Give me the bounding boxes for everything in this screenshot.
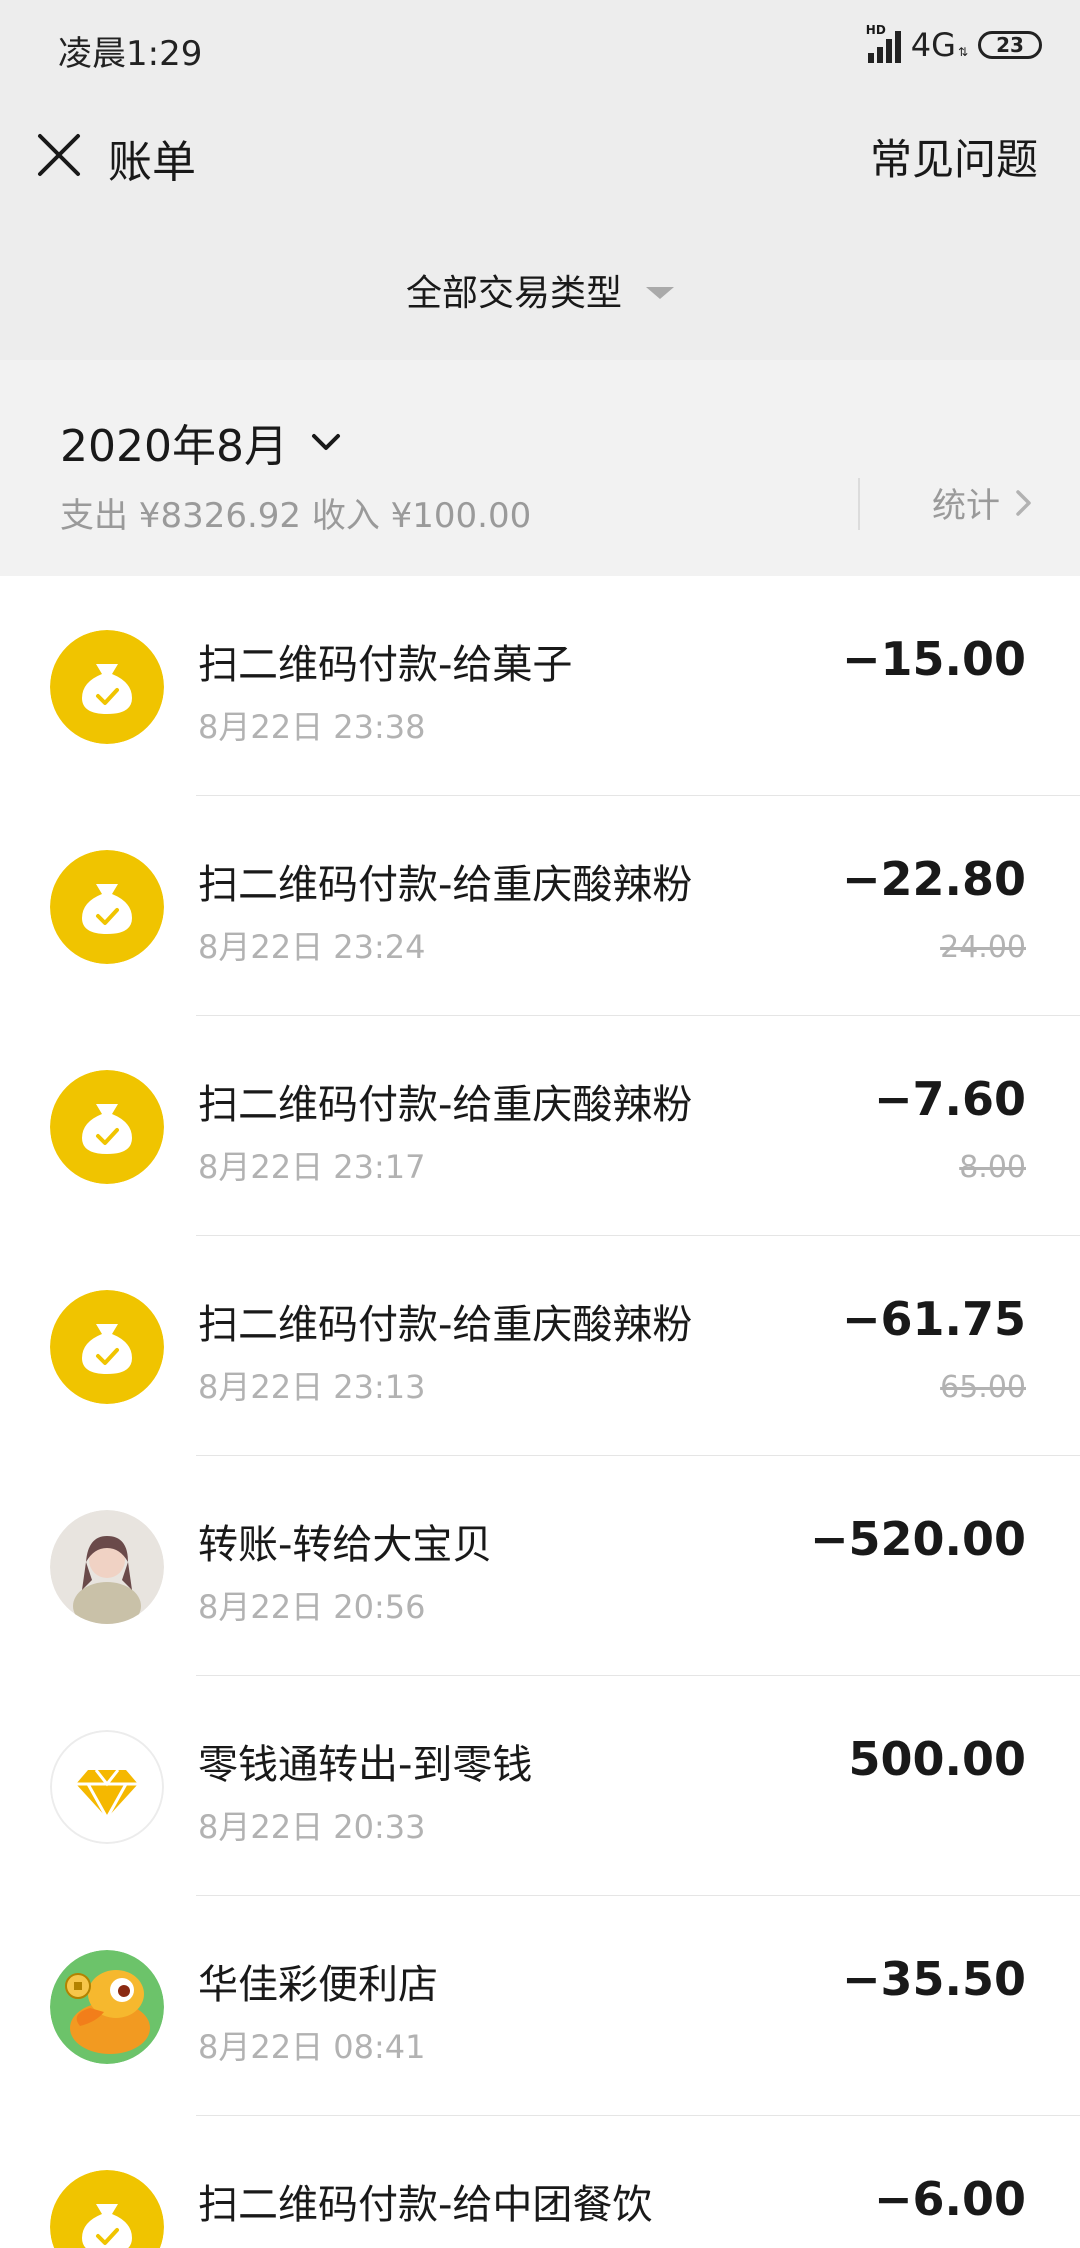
month-picker[interactable]: 2020年8月 xyxy=(60,410,344,474)
month-header: 2020年8月 支出 ¥8326.92 收入 ¥100.00 统计 xyxy=(0,360,1080,576)
divider xyxy=(858,478,860,530)
transaction-amount: −35.50 xyxy=(841,1952,1026,2006)
transaction-time: 8月22日 08:41 xyxy=(198,2028,426,2066)
original-amount: 8.00 xyxy=(959,1150,1026,1185)
transaction-amount: −7.60 xyxy=(873,1072,1026,1126)
transaction-time: 8月22日 23:17 xyxy=(198,1148,426,1186)
transaction-amount: −520.00 xyxy=(809,1512,1026,1566)
money-bag-icon xyxy=(50,1070,164,1184)
transaction-row[interactable]: 扫二维码付款-给重庆酸辣粉 8月22日 23:24 −22.80 24.00 xyxy=(0,796,1080,1016)
transaction-row[interactable]: 扫二维码付款-给中团餐饮 −6.00 xyxy=(0,2116,1080,2248)
chevron-down-icon xyxy=(311,434,340,450)
transaction-amount: −6.00 xyxy=(873,2172,1026,2226)
transaction-amount: −15.00 xyxy=(841,632,1026,686)
transaction-title: 扫二维码付款-给重庆酸辣粉 xyxy=(198,1302,693,1348)
money-bag-icon xyxy=(50,850,164,964)
chevron-right-icon xyxy=(1016,489,1031,516)
transaction-amount: −22.80 xyxy=(841,852,1026,906)
page-title: 账单 xyxy=(108,137,196,188)
filter-bar: 全部交易类型 xyxy=(0,220,1080,360)
transaction-time: 8月22日 23:13 xyxy=(198,1368,426,1406)
transaction-row[interactable]: 转账-转给大宝贝 8月22日 20:56 −520.00 xyxy=(0,1456,1080,1676)
transaction-list: 扫二维码付款-给菓子 8月22日 23:38 −15.00 扫二维码付款-给重庆… xyxy=(0,576,1080,2248)
battery-level: 23 xyxy=(996,33,1024,57)
transaction-title: 扫二维码付款-给重庆酸辣粉 xyxy=(198,1082,693,1128)
month-summary: 支出 ¥8326.92 收入 ¥100.00 xyxy=(60,496,532,536)
caret-down-icon xyxy=(646,287,674,299)
nav-bar: 账单 常见问题 xyxy=(0,96,1080,221)
signal-icon: HD xyxy=(866,23,901,63)
transaction-title: 扫二维码付款-给中团餐饮 xyxy=(198,2182,653,2228)
transaction-row[interactable]: 扫二维码付款-给菓子 8月22日 23:38 −15.00 xyxy=(0,576,1080,796)
status-indicators: HD 4G ⇅ 23 xyxy=(866,23,1042,64)
month-label: 2020年8月 xyxy=(60,421,288,472)
data-arrows-icon: ⇅ xyxy=(957,45,968,59)
transaction-amount: 500.00 xyxy=(848,1732,1026,1786)
transaction-title: 华佳彩便利店 xyxy=(198,1962,438,2008)
transaction-time: 8月22日 20:33 xyxy=(198,1808,426,1846)
transaction-row[interactable]: 零钱通转出-到零钱 8月22日 20:33 500.00 xyxy=(0,1676,1080,1896)
money-bag-icon xyxy=(50,630,164,744)
transaction-title: 零钱通转出-到零钱 xyxy=(198,1742,533,1788)
faq-link[interactable]: 常见问题 xyxy=(870,126,1038,187)
money-bag-icon xyxy=(50,2170,164,2248)
transaction-amount: −61.75 xyxy=(841,1292,1026,1346)
transaction-time: 8月22日 23:38 xyxy=(198,708,426,746)
transaction-type-filter[interactable]: 全部交易类型 xyxy=(0,264,1080,316)
stats-link[interactable]: 统计 xyxy=(932,478,1036,527)
original-amount: 24.00 xyxy=(940,930,1026,965)
transaction-row[interactable]: 扫二维码付款-给重庆酸辣粉 8月22日 23:13 −61.75 65.00 xyxy=(0,1236,1080,1456)
battery-icon: 23 xyxy=(978,31,1042,59)
duck-avatar xyxy=(50,1950,164,2064)
transaction-time: 8月22日 20:56 xyxy=(198,1588,426,1626)
stats-label: 统计 xyxy=(932,486,1000,526)
transaction-title: 扫二维码付款-给重庆酸辣粉 xyxy=(198,862,693,908)
transaction-row[interactable]: 扫二维码付款-给重庆酸辣粉 8月22日 23:17 −7.60 8.00 xyxy=(0,1016,1080,1236)
transaction-row[interactable]: 华佳彩便利店 8月22日 08:41 −35.50 xyxy=(0,1896,1080,2116)
original-amount: 65.00 xyxy=(940,1370,1026,1405)
transaction-title: 扫二维码付款-给菓子 xyxy=(198,642,573,688)
diamond-icon xyxy=(50,1730,164,1844)
transaction-time: 8月22日 23:24 xyxy=(198,928,426,966)
close-icon[interactable] xyxy=(30,126,90,186)
filter-label: 全部交易类型 xyxy=(405,273,622,314)
status-bar: 凌晨1:29 HD 4G ⇅ 23 xyxy=(0,0,1080,96)
status-time: 凌晨1:29 xyxy=(58,34,203,74)
user-avatar xyxy=(50,1510,164,1624)
transaction-title: 转账-转给大宝贝 xyxy=(198,1522,493,1568)
money-bag-icon xyxy=(50,1290,164,1404)
network-type: 4G xyxy=(910,26,956,64)
